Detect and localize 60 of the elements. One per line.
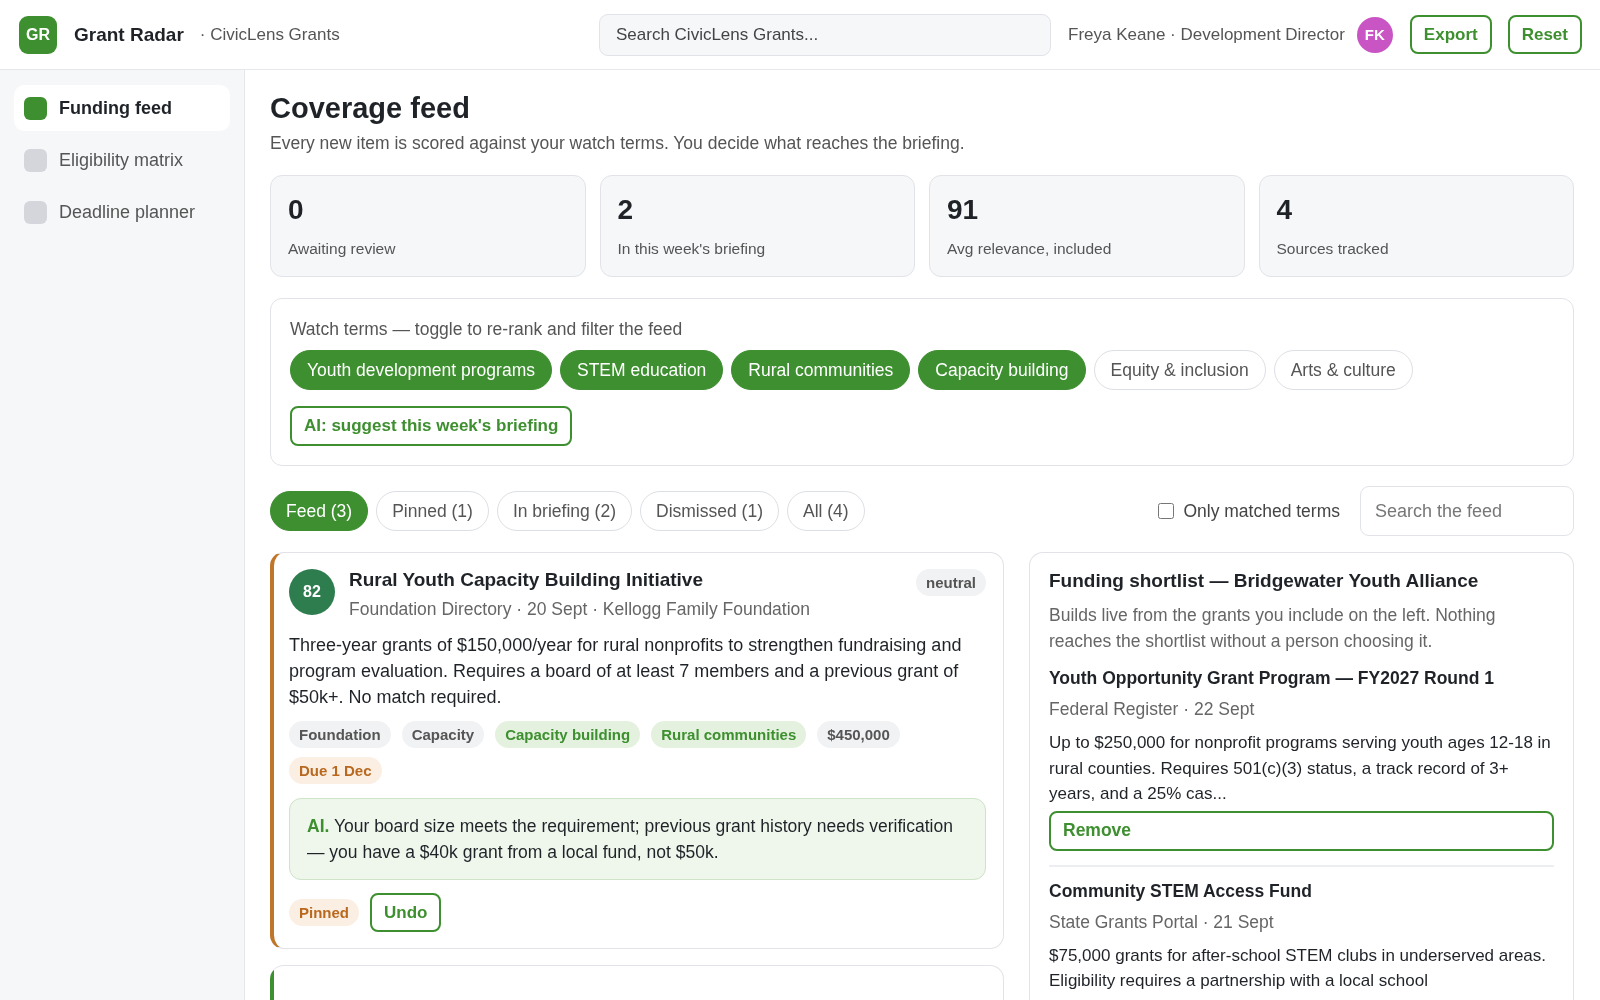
stat-value: 2 (617, 194, 635, 226)
sidebar-item[interactable]: Funding feed (14, 85, 230, 131)
tag: Rural communities (651, 721, 807, 748)
workspace-name: · CivicLens Grants (199, 24, 340, 45)
sentiment-tag: neutral (916, 569, 986, 596)
stat-value: 91 (947, 194, 980, 226)
shortlist-item-title: Youth Opportunity Grant Program — FY2027 Round 1 (1049, 668, 1495, 689)
shortlist-item-description: Up to $250,000 for nonprofit programs serving youth ages 12-18 in rural counties. Requires 501(c)(3) status, a track record of 3+ years, and a 25% cas... (1049, 732, 1552, 805)
term-toggle[interactable]: STEM education (560, 350, 724, 390)
stat-value: 0 (288, 194, 305, 226)
tag: Capacity (401, 721, 485, 748)
shortlist-title: Funding shortlist — Bridgewater Youth Alliance (1049, 570, 1480, 592)
filter-tab[interactable]: In briefing (2) (496, 491, 632, 531)
shortlist-note: Builds live from the grants you include on the left. Nothing reaches the shortlist without a person choosing it. (1049, 604, 1497, 653)
page-subtitle: Every new item is scored against your watch terms. You decide what reaches the briefing. (270, 133, 966, 154)
tag: Foundation (289, 721, 391, 748)
stat-value: 4 (1276, 194, 1294, 226)
status-tag: Pinned (289, 899, 359, 926)
term-toggle[interactable]: Capacity building (918, 350, 1086, 390)
export-button[interactable]: Export (1409, 15, 1492, 54)
filter-tab[interactable]: Dismissed (1) (640, 491, 779, 531)
term-toggle[interactable]: Youth development programs (290, 350, 552, 390)
tag: Capacity building (495, 721, 641, 748)
sidebar-item[interactable]: Eligibility matrix (14, 137, 230, 183)
term-toggle[interactable]: Arts & culture (1273, 350, 1413, 390)
user-name: Freya Keane · Development Director (1068, 24, 1345, 45)
card-title: Rural Youth Capacity Building Initiative (349, 569, 704, 591)
term-toggle[interactable]: Rural communities (731, 350, 911, 390)
ai-suggest-button[interactable]: AI: suggest this week's briefing (290, 406, 573, 446)
checkbox-label: Only matched terms (1183, 500, 1340, 522)
stat-label: Avg relevance, included (947, 240, 1113, 258)
remove-button[interactable]: Remove (1049, 810, 1554, 851)
filter-tab[interactable]: Feed (3) (270, 491, 369, 531)
sidebar-item[interactable]: Deadline planner (14, 189, 230, 235)
card-meta: Foundation Directory · 20 Sept · Kellogg Family Foundation (349, 599, 812, 620)
due-tag: Due 1 Dec (289, 757, 382, 784)
shortlist-item-meta: Federal Register · 22 Sept (1049, 699, 1256, 720)
feed-search-field[interactable]: Search the feed (1360, 486, 1574, 536)
user-avatar[interactable]: FK (1356, 16, 1393, 53)
stat-label: In this week's briefing (617, 240, 767, 258)
shortlist-item-description: $75,000 grants for after-school STEM clubs in underserved areas. Eligibility requires a partnership with a local school (1049, 944, 1548, 992)
filter-tab[interactable]: Pinned (1) (376, 491, 489, 531)
card-description: Three-year grants of $150,000/year for rural nonprofits to strengthen fundraising and program evaluation. Requires a board of at least 7 members and a previous grant of $50k+. No match required. (289, 634, 963, 709)
ai-note: AI. Your board size meets the requirement; previous grant history needs verification — you have a $40k grant from a local fund, not $50k. (289, 798, 986, 880)
search-field[interactable]: Search CivicLens Grants... (599, 13, 1051, 56)
tag: $450,000 (817, 721, 900, 748)
stat-label: Awaiting review (288, 240, 397, 258)
app-name: Grant Radar (74, 23, 184, 46)
page-title: Coverage feed (270, 92, 471, 125)
shortlist-item-title: Community STEM Access Fund (1049, 880, 1313, 902)
score-badge: 82 (289, 569, 335, 615)
reset-button[interactable]: Reset (1507, 15, 1582, 54)
app-logo: GR (19, 15, 57, 54)
term-toggle[interactable]: Equity & inclusion (1093, 350, 1266, 390)
checkbox[interactable] (1158, 503, 1175, 519)
stat-label: Sources tracked (1276, 240, 1390, 258)
panel-title: Watch terms — toggle to re-rank and filter the feed (290, 319, 684, 340)
filter-tab[interactable]: All (4) (786, 491, 865, 531)
undo-button[interactable]: Undo (370, 893, 442, 932)
shortlist-item-meta: State Grants Portal · 21 Sept (1049, 911, 1275, 933)
